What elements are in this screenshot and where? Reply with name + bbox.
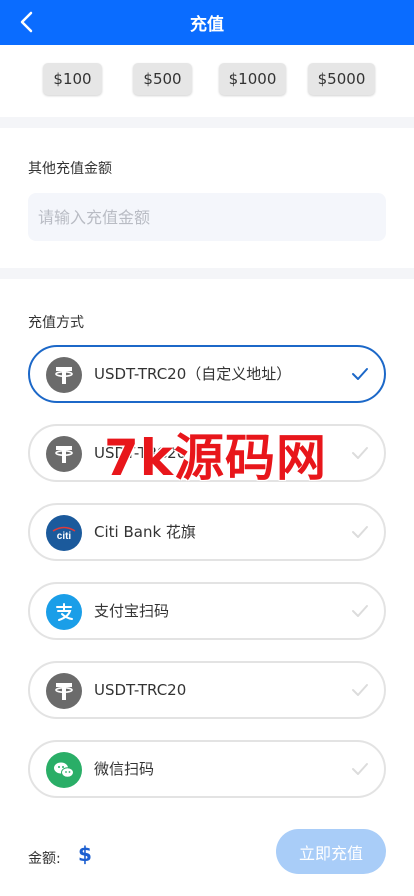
- section-divider: [0, 117, 414, 128]
- method-label: 支付宝扫码: [94, 602, 170, 620]
- method-usdt-trc20-custom[interactable]: USDT-TRC20（自定义地址）: [28, 345, 386, 403]
- submit-recharge-button[interactable]: 立即充值: [276, 829, 386, 874]
- alipay-icon: [46, 594, 82, 630]
- section-divider: [0, 268, 414, 279]
- check-icon: [352, 447, 368, 459]
- back-button[interactable]: [12, 8, 40, 36]
- method-label: USDT-TRC20（自定义地址）: [94, 365, 292, 383]
- check-icon: [352, 605, 368, 617]
- tether-icon: [46, 673, 82, 709]
- quick-amount-500-button[interactable]: $500: [133, 63, 192, 95]
- method-label: 微信扫码: [94, 760, 155, 778]
- tether-icon: [46, 436, 82, 472]
- method-label: USDT-TRC20: [94, 444, 187, 462]
- method-label: Citi Bank 花旗: [94, 523, 196, 541]
- check-icon: [352, 684, 368, 696]
- payment-method-label: 充值方式: [28, 315, 84, 331]
- method-wechat[interactable]: 微信扫码: [28, 740, 386, 798]
- custom-amount-label: 其他充值金额: [28, 161, 112, 177]
- chevron-left-icon: [20, 11, 33, 33]
- page-title: 充值: [190, 15, 224, 35]
- quick-amount-5000-button[interactable]: $5000: [308, 63, 375, 95]
- method-label: USDT-TRC20: [94, 681, 187, 699]
- amount-currency: $: [78, 842, 92, 866]
- wechat-icon: [46, 752, 82, 788]
- quick-amount-100-button[interactable]: $100: [43, 63, 102, 95]
- method-alipay[interactable]: 支付宝扫码: [28, 582, 386, 640]
- check-icon: [352, 368, 368, 380]
- amount-label: 金额:: [28, 851, 61, 867]
- method-usdt-trc20-2[interactable]: USDT-TRC20: [28, 424, 386, 482]
- quick-amount-1000-button[interactable]: $1000: [219, 63, 286, 95]
- method-citi-bank[interactable]: citi Citi Bank 花旗: [28, 503, 386, 561]
- header-bar: 充值: [0, 0, 414, 45]
- svg-text:citi: citi: [57, 531, 72, 541]
- check-icon: [352, 763, 368, 775]
- amount-input[interactable]: [28, 193, 386, 241]
- quick-amount-group: $100 $500 $1000 $5000: [0, 45, 414, 117]
- check-icon: [352, 526, 368, 538]
- tether-icon: [46, 357, 82, 393]
- method-usdt-trc20-3[interactable]: USDT-TRC20: [28, 661, 386, 719]
- citi-icon: citi: [46, 515, 82, 551]
